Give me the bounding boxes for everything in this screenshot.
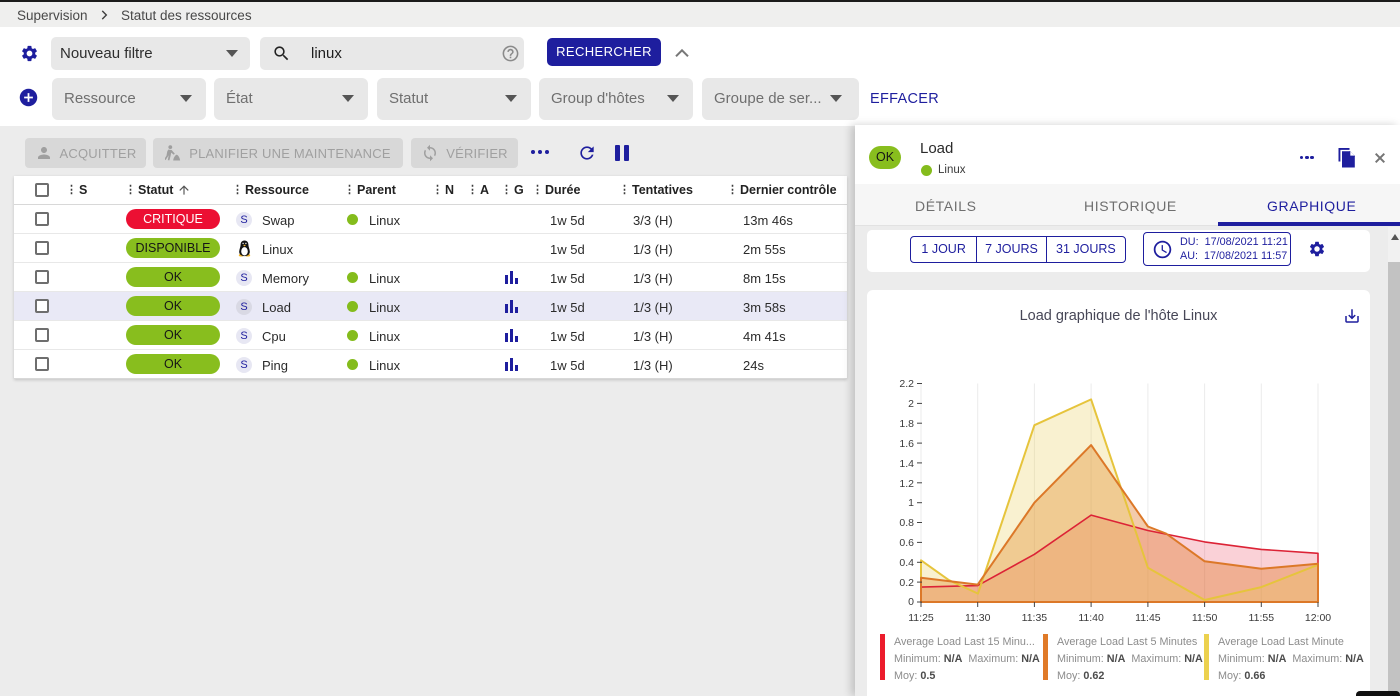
svg-text:11:55: 11:55 xyxy=(1249,612,1275,624)
svg-text:0: 0 xyxy=(908,596,914,608)
svg-text:11:30: 11:30 xyxy=(965,612,991,624)
svg-text:0.6: 0.6 xyxy=(899,537,914,549)
svg-text:2: 2 xyxy=(908,398,914,410)
svg-text:2.2: 2.2 xyxy=(899,378,914,390)
svg-text:1.4: 1.4 xyxy=(899,458,914,470)
svg-text:12:00: 12:00 xyxy=(1305,612,1331,624)
svg-text:11:50: 11:50 xyxy=(1192,612,1218,624)
svg-text:1.6: 1.6 xyxy=(899,438,914,450)
svg-text:1.8: 1.8 xyxy=(899,418,914,430)
svg-text:1.2: 1.2 xyxy=(899,478,914,490)
svg-text:11:45: 11:45 xyxy=(1135,612,1161,624)
svg-text:11:25: 11:25 xyxy=(908,612,934,624)
svg-text:11:40: 11:40 xyxy=(1078,612,1104,624)
svg-text:1: 1 xyxy=(908,497,914,509)
svg-text:0.4: 0.4 xyxy=(899,557,914,569)
svg-text:0.2: 0.2 xyxy=(899,577,914,589)
svg-text:0.8: 0.8 xyxy=(899,517,914,529)
svg-text:11:35: 11:35 xyxy=(1022,612,1048,624)
